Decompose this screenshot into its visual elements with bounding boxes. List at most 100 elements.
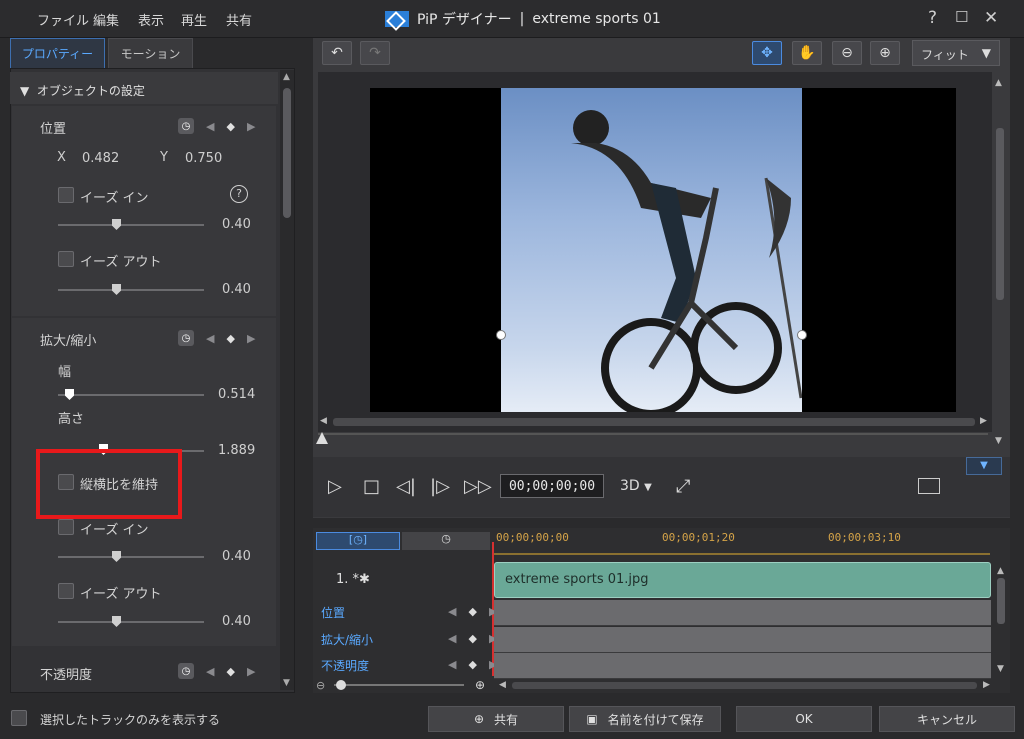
timeline-vscroll-down-icon[interactable]: ▼	[997, 664, 1004, 674]
pip-object-image[interactable]	[501, 88, 802, 412]
timeline-zoom-slider[interactable]	[334, 684, 464, 686]
scale-ease-out-value: 0.40	[222, 614, 251, 629]
move-tool-button[interactable]: ✥	[752, 41, 782, 65]
timeline-hscroll-right-icon[interactable]: ▶	[983, 680, 990, 690]
position-ease-out-checkbox[interactable]	[58, 251, 74, 267]
maximize-button[interactable]: ☐	[955, 8, 968, 26]
timeline-vscroll-thumb[interactable]	[997, 578, 1005, 624]
asterisk-icon: ✱	[359, 572, 370, 587]
timeline-zoom-out-icon[interactable]: ⊖	[316, 679, 325, 692]
position-ease-in-label: イーズ イン	[80, 191, 149, 206]
prev-keyframe-icon[interactable]: ◀	[206, 120, 214, 133]
add-keyframe-icon[interactable]: ◆	[226, 332, 234, 345]
share-button[interactable]: ⊕ 共有	[428, 706, 564, 732]
tab-properties[interactable]: プロパティー	[10, 38, 105, 68]
zoom-in-icon: ⊕	[879, 45, 891, 61]
height-value: 1.889	[218, 443, 256, 458]
resize-handle-left[interactable]	[496, 330, 506, 340]
vscroll-down-icon[interactable]: ▼	[995, 436, 1002, 446]
cancel-button[interactable]: キャンセル	[879, 706, 1015, 732]
show-selected-only-checkbox[interactable]	[11, 710, 27, 726]
hand-tool-button[interactable]: ✋	[792, 41, 822, 65]
fast-forward-icon[interactable]: ▷▷	[464, 476, 492, 497]
menu-share[interactable]: 共有	[226, 10, 252, 29]
scale-ease-in-checkbox[interactable]	[58, 519, 74, 535]
zoom-out-button[interactable]: ⊖	[832, 41, 862, 65]
preview-hscroll-thumb[interactable]	[333, 418, 975, 426]
tab-motion[interactable]: モーション	[108, 38, 193, 68]
object-settings-header[interactable]: ▼ オブジェクトの設定	[10, 72, 278, 104]
x-value[interactable]: 0.482	[82, 151, 119, 166]
scale-ease-out-checkbox[interactable]	[58, 583, 74, 599]
scroll-down-icon[interactable]: ▼	[283, 678, 290, 688]
stopwatch-icon[interactable]: ◷	[178, 663, 194, 679]
lane-position[interactable]	[494, 600, 991, 626]
zoom-fit-dropdown[interactable]: フィット ▼	[912, 40, 1000, 66]
zoom-in-button[interactable]: ⊕	[870, 41, 900, 65]
chevron-down-icon: ▼	[644, 482, 652, 493]
properties-scroll-thumb[interactable]	[283, 88, 291, 218]
stopwatch-icon[interactable]: ◷	[178, 118, 194, 134]
row-keyframe-controls[interactable]: ◀◆▶	[448, 632, 497, 645]
play-icon[interactable]: ▷	[328, 476, 342, 497]
timeline-hscroll-thumb[interactable]	[512, 682, 977, 689]
vscroll-up-icon[interactable]: ▲	[995, 78, 1002, 88]
menu-view[interactable]: 表示	[138, 10, 164, 29]
3d-toggle[interactable]: 3D ▼	[620, 478, 652, 494]
scale-ease-out-slider[interactable]	[58, 621, 204, 623]
menu-playback[interactable]: 再生	[181, 10, 207, 29]
opacity-keyframe-controls: ◷ ◀ ◆ ▶	[178, 663, 255, 679]
close-button[interactable]: ✕	[984, 8, 998, 28]
preview-vscroll-thumb[interactable]	[996, 128, 1004, 300]
prev-keyframe-icon[interactable]: ◀	[206, 665, 214, 678]
position-ease-in-checkbox[interactable]	[58, 187, 74, 203]
add-keyframe-icon[interactable]: ◆	[226, 665, 234, 678]
stop-icon[interactable]: □	[363, 476, 380, 497]
safe-zone-icon[interactable]	[918, 478, 940, 494]
save-as-button[interactable]: ▣ 名前を付けて保存	[569, 706, 721, 732]
width-slider[interactable]	[58, 394, 204, 396]
help-button[interactable]: ?	[928, 8, 937, 28]
fullscreen-icon[interactable]: ⤢	[676, 476, 690, 497]
timecode-display[interactable]: 00;00;00;00	[500, 474, 604, 498]
row-keyframe-controls[interactable]: ◀◆▶	[448, 658, 497, 671]
stopwatch-icon[interactable]: ◷	[178, 330, 194, 346]
redo-button[interactable]: ↷	[360, 41, 390, 65]
y-label: Y	[160, 150, 168, 165]
lane-scale[interactable]	[494, 627, 991, 653]
position-ease-in-slider[interactable]	[58, 224, 204, 226]
hscroll-right-icon[interactable]: ▶	[980, 416, 987, 426]
add-keyframe-icon[interactable]: ◆	[226, 120, 234, 133]
timeline-zoom-in-icon[interactable]: ⊕	[475, 678, 485, 692]
row-opacity-label: 不透明度	[321, 659, 370, 673]
hscroll-left-icon[interactable]: ◀	[320, 416, 327, 426]
row-position-label: 位置	[321, 606, 346, 620]
row-keyframe-controls[interactable]: ◀◆▶	[448, 605, 497, 618]
timeline-mode-frame-button[interactable]: ◷	[402, 532, 490, 550]
y-value[interactable]: 0.750	[185, 151, 222, 166]
position-ease-out-slider[interactable]	[58, 289, 204, 291]
timeline-hscroll-left-icon[interactable]: ◀	[499, 680, 506, 690]
resize-handle-right[interactable]	[797, 330, 807, 340]
timeline-mode-clock-button[interactable]: [◷]	[316, 532, 400, 550]
menu-file[interactable]: ファイル	[37, 10, 89, 29]
scale-ease-in-slider[interactable]	[58, 556, 204, 558]
menu-edit[interactable]: 編集	[93, 10, 119, 29]
next-keyframe-icon[interactable]: ▶	[247, 120, 255, 133]
lane-opacity[interactable]	[494, 653, 991, 679]
ok-button[interactable]: OK	[736, 706, 872, 732]
opacity-label: 不透明度	[40, 668, 93, 683]
help-icon[interactable]: ?	[230, 185, 248, 203]
next-keyframe-icon[interactable]: ▶	[247, 665, 255, 678]
scroll-up-icon[interactable]: ▲	[283, 72, 290, 82]
next-frame-icon[interactable]: |▷	[430, 476, 450, 497]
next-keyframe-icon[interactable]: ▶	[247, 332, 255, 345]
prev-frame-icon[interactable]: ◁|	[396, 476, 416, 497]
timeline-zoom-thumb[interactable]	[336, 680, 346, 690]
undo-button[interactable]: ↶	[322, 41, 352, 65]
expand-chevron-icon[interactable]: ▼	[966, 457, 1002, 475]
scrub-track[interactable]	[318, 433, 988, 435]
prev-keyframe-icon[interactable]: ◀	[206, 332, 214, 345]
timeline-vscroll-up-icon[interactable]: ▲	[997, 566, 1004, 576]
timeline-clip[interactable]: extreme sports 01.jpg	[494, 562, 991, 598]
